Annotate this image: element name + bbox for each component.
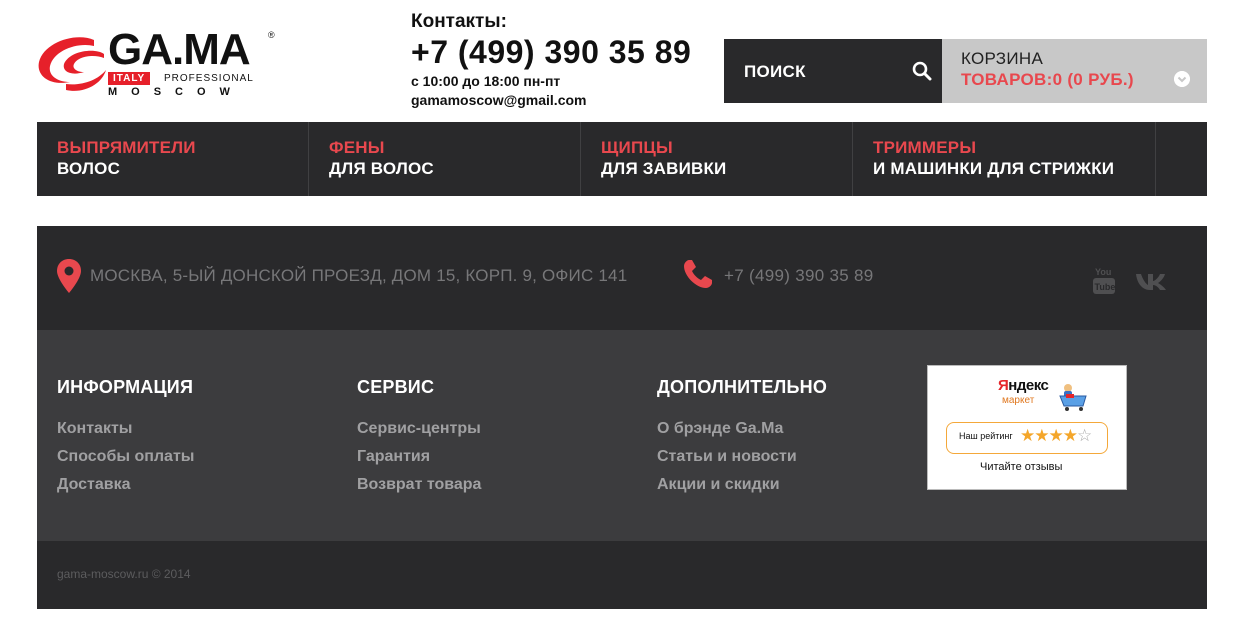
yandex-logo: Яндекс: [998, 377, 1049, 394]
logo-registered-mark: ®: [268, 30, 275, 40]
footer-link[interactable]: Контакты: [57, 415, 194, 443]
cart-title: КОРЗИНА: [961, 49, 1044, 68]
footer-column-title: СЕРВИС: [357, 377, 435, 397]
nav-item-bottom: ДЛЯ ВОЛОС: [329, 159, 434, 178]
rating-stars: ★★★★☆: [1020, 426, 1092, 446]
rating-bubble: Наш рейтинг ★★★★☆: [946, 422, 1108, 454]
chevron-down-icon[interactable]: [1174, 71, 1190, 87]
yandex-first-letter: Я: [998, 377, 1009, 394]
read-reviews-link[interactable]: Читайте отзывы: [980, 461, 1062, 473]
nav-item-bottom: И МАШИНКИ ДЛЯ СТРИЖКИ: [873, 159, 1115, 178]
star-icon: ★: [1062, 426, 1078, 445]
cart-widget[interactable]: КОРЗИНА ТОВАРОВ:0 (0 РУБ.): [942, 39, 1207, 103]
address-text: МОСКВА, 5-ЫЙ ДОНСКОЙ ПРОЕЗД, ДОМ 15, КОР…: [90, 266, 628, 285]
logo-moscow: MOSCOW: [108, 86, 244, 98]
nav-item-dryers[interactable]: ФЕНЫ ДЛЯ ВОЛОС: [309, 122, 581, 196]
footer-link[interactable]: Статьи и новости: [657, 443, 827, 471]
nav-item-top: ТРИММЕРЫ: [873, 138, 977, 157]
copyright: gama-moscow.ru © 2014: [57, 567, 191, 581]
footer-link[interactable]: О брэнде Ga.Ma: [657, 415, 827, 443]
footer-link[interactable]: Способы оплаты: [57, 443, 194, 471]
rating-label: Наш рейтинг: [959, 431, 1013, 441]
footer-link[interactable]: Акции и скидки: [657, 471, 827, 499]
vk-icon[interactable]: [1135, 273, 1167, 291]
star-icon: ★: [1048, 426, 1064, 445]
footer-link[interactable]: Доставка: [57, 471, 194, 499]
nav-item-straighteners[interactable]: ВЫПРЯМИТЕЛИ ВОЛОС: [37, 122, 309, 196]
footer-column-extra: ДОПОЛНИТЕЛЬНО О брэнде Ga.Ma Статьи и но…: [657, 376, 827, 499]
nav-item-top: ВЫПРЯМИТЕЛИ: [57, 138, 196, 157]
site-header: GA.MA ® ITALY PROFESSIONAL MOSCOW Контак…: [0, 0, 1235, 122]
shopping-cart-icon: [1059, 384, 1087, 411]
footer-column-title: ДОПОЛНИТЕЛЬНО: [657, 377, 828, 397]
bottom-bar: gama-moscow.ru © 2014: [37, 541, 1207, 609]
market-subtitle: маркет: [1002, 395, 1035, 406]
strip-phone-text[interactable]: +7 (499) 390 35 89: [724, 266, 874, 286]
logo[interactable]: GA.MA ® ITALY PROFESSIONAL MOSCOW: [36, 28, 276, 104]
star-icon: ★: [1020, 426, 1035, 445]
logo-italy-badge: ITALY: [108, 72, 151, 85]
nav-item-top: ЩИПЦЫ: [601, 138, 673, 157]
footer-column-title: ИНФОРМАЦИЯ: [57, 377, 194, 397]
contact-strip: МОСКВА, 5-ЫЙ ДОНСКОЙ ПРОЕЗД, ДОМ 15, КОР…: [37, 226, 1207, 330]
nav-item-top: ФЕНЫ: [329, 138, 385, 157]
nav-item-trimmers[interactable]: ТРИММЕРЫ И МАШИНКИ ДЛЯ СТРИЖКИ: [853, 122, 1156, 196]
nav-item-bottom: ДЛЯ ЗАВИВКИ: [601, 159, 727, 178]
header-contacts: Контакты: +7 (499) 390 35 89 с 10:00 до …: [411, 11, 711, 110]
footer-column-info: ИНФОРМАЦИЯ Контакты Способы оплаты Доста…: [57, 376, 194, 499]
contacts-hours: с 10:00 до 18:00 пн-пт: [411, 73, 561, 89]
location-pin-icon: [57, 259, 81, 293]
category-nav: ВЫПРЯМИТЕЛИ ВОЛОС ФЕНЫ ДЛЯ ВОЛОС ЩИПЦЫ Д…: [37, 122, 1207, 196]
search-label: ПОИСК: [744, 62, 806, 81]
nav-item-bottom: ВОЛОС: [57, 159, 121, 178]
phone-icon: [684, 260, 712, 288]
contacts-title: Контакты:: [411, 11, 507, 32]
svg-text:Tube: Tube: [1095, 282, 1116, 292]
footer-link[interactable]: Гарантия: [357, 443, 481, 471]
search-icon[interactable]: [912, 61, 932, 81]
yandex-rest: ндекс: [1008, 377, 1049, 394]
contacts-email[interactable]: gamamoscow@gmail.com: [411, 91, 711, 110]
contacts-phone[interactable]: +7 (499) 390 35 89: [411, 33, 711, 71]
logo-professional: PROFESSIONAL: [164, 73, 254, 84]
logo-wordmark: GA.MA: [108, 25, 251, 74]
footer-link[interactable]: Возврат товара: [357, 471, 481, 499]
footer-link[interactable]: Сервис-центры: [357, 415, 481, 443]
nav-item-curlers[interactable]: ЩИПЦЫ ДЛЯ ЗАВИВКИ: [581, 122, 853, 196]
youtube-icon[interactable]: You Tube: [1092, 266, 1116, 296]
yandex-market-badge[interactable]: Яндекс маркет Наш рейтинг ★★★★☆ Читайте …: [927, 365, 1127, 490]
svg-text:You: You: [1095, 267, 1111, 277]
star-icon: ★: [1034, 426, 1049, 445]
footer-column-service: СЕРВИС Сервис-центры Гарантия Возврат то…: [357, 376, 481, 499]
cart-count: ТОВАРОВ:0 (0 РУБ.): [961, 70, 1134, 89]
gama-swoosh-icon: [38, 37, 106, 91]
search-button[interactable]: ПОИСК: [724, 39, 942, 103]
star-empty-icon: ☆: [1077, 426, 1092, 445]
footer-links: ИНФОРМАЦИЯ Контакты Способы оплаты Доста…: [37, 330, 1207, 541]
